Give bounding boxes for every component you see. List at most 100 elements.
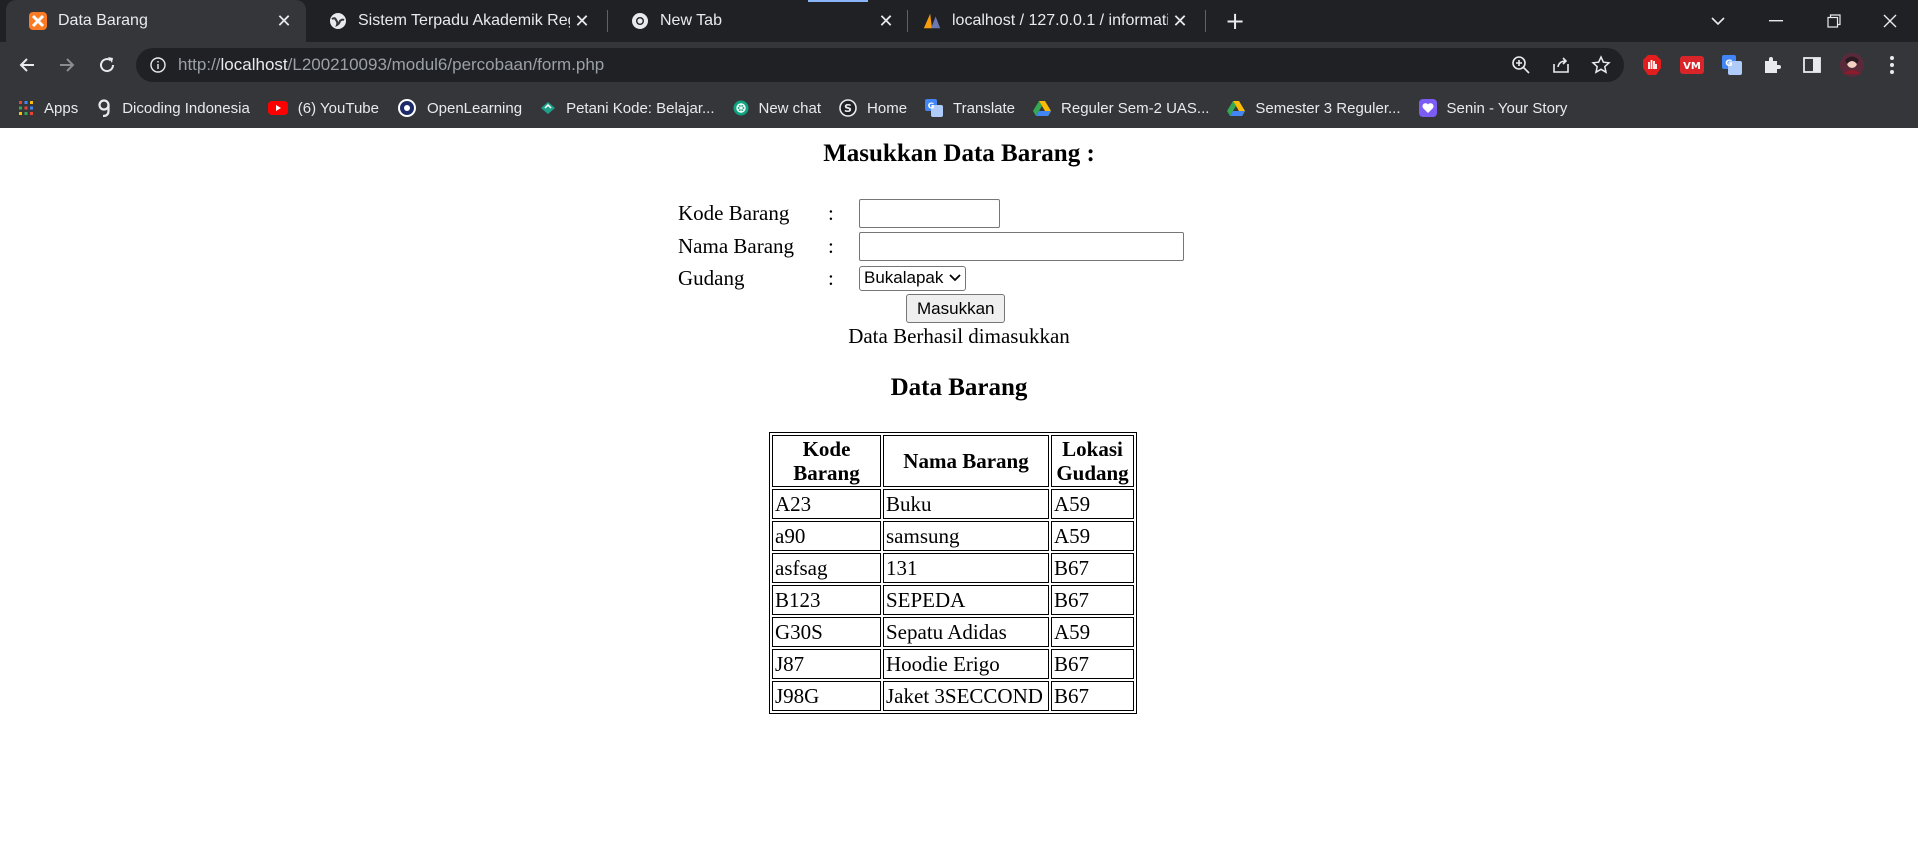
bookmark-reguler-sem2[interactable]: Reguler Sem-2 UAS... [1033, 100, 1209, 117]
data-barang-table: Kode Barang Nama Barang Lokasi Gudang A2… [769, 432, 1137, 714]
table-row: a90 samsung A59 [772, 521, 1134, 551]
adblock-extension-icon[interactable] [1638, 51, 1666, 79]
xampp-icon [28, 11, 48, 31]
cell-kode: J87 [772, 649, 881, 679]
cell-kode: J98G [772, 681, 881, 711]
table-row: J87 Hoodie Erigo B67 [772, 649, 1134, 679]
reload-button[interactable] [90, 48, 124, 82]
bookmark-translate[interactable]: G Translate [925, 99, 1015, 117]
dicoding-icon [96, 99, 112, 117]
close-icon[interactable]: ✕ [1168, 9, 1192, 33]
forward-button[interactable] [50, 48, 84, 82]
restore-button[interactable] [1806, 0, 1862, 42]
masukkan-button[interactable]: Masukkan [906, 294, 1006, 323]
svg-text:G: G [928, 102, 935, 111]
apps-grid-icon [18, 100, 34, 116]
cell-nama: SEPEDA [883, 585, 1049, 615]
status-message: Data Berhasil dimasukkan [848, 324, 1070, 348]
browser-toolbar: http://localhost/L200210093/modul6/perco… [0, 42, 1918, 88]
bookmark-apps[interactable]: Apps [18, 100, 78, 117]
chrome-icon [630, 11, 650, 31]
bookmark-label: Petani Kode: Belajar... [566, 99, 715, 117]
table-row: asfsag 131 B67 [772, 553, 1134, 583]
bookmark-star-icon[interactable] [1586, 50, 1616, 80]
close-icon [1883, 14, 1897, 28]
bookmark-label: Dicoding Indonesia [122, 99, 250, 117]
bookmark-openlearning[interactable]: OpenLearning [397, 99, 522, 117]
vm-extension-icon[interactable]: VM [1678, 51, 1706, 79]
cell-lokasi: B67 [1051, 553, 1134, 583]
tab-title: localhost / 127.0.0.1 / informatika [952, 12, 1168, 29]
chevron-down-icon [1711, 17, 1725, 26]
tab-strip: Data Barang ✕ Sistem Terpadu Akademik Re… [0, 0, 1918, 42]
tab-new-tab[interactable]: New Tab ✕ [608, 0, 908, 42]
phpmyadmin-icon [922, 11, 942, 31]
globe-icon [328, 11, 348, 31]
info-icon[interactable] [148, 55, 168, 75]
cell-lokasi: A59 [1051, 489, 1134, 519]
extensions-puzzle-icon[interactable] [1758, 51, 1786, 79]
cell-lokasi: A59 [1051, 617, 1134, 647]
tab-phpmyadmin[interactable]: localhost / 127.0.0.1 / informatika ✕ [900, 0, 1202, 42]
minimize-button[interactable] [1748, 0, 1804, 42]
share-icon[interactable] [1546, 50, 1576, 80]
column-header-lokasi: Lokasi Gudang [1051, 435, 1134, 487]
youtube-icon [267, 100, 288, 116]
bookmarks-bar: Apps Dicoding Indonesia (6) YouTube Open… [0, 88, 1918, 128]
back-button[interactable] [10, 48, 44, 82]
cell-nama: Hoodie Erigo [883, 649, 1049, 679]
close-icon[interactable]: ✕ [570, 9, 594, 33]
cell-nama: Buku [883, 489, 1049, 519]
translate-extension-icon[interactable]: G [1718, 51, 1746, 79]
bookmark-label: Reguler Sem-2 UAS... [1061, 99, 1210, 117]
table-row: J98G Jaket 3SECCOND B67 [772, 681, 1134, 711]
cell-kode: G30S [772, 617, 881, 647]
bookmark-youtube[interactable]: (6) YouTube [267, 100, 379, 117]
minimize-icon [1769, 20, 1783, 22]
chatgpt-icon [733, 100, 749, 116]
cell-lokasi: B67 [1051, 585, 1134, 615]
bookmark-home[interactable]: S Home [839, 99, 907, 117]
bookmark-label: Semester 3 Reguler... [1255, 99, 1401, 117]
close-icon[interactable]: ✕ [272, 9, 296, 33]
close-window-button[interactable] [1862, 0, 1918, 42]
table-row: G30S Sepatu Adidas A59 [772, 617, 1134, 647]
bookmark-senin[interactable]: Senin - Your Story [1418, 99, 1567, 117]
address-bar[interactable]: http://localhost/L200210093/modul6/perco… [136, 48, 1624, 82]
svg-text:VM: VM [1683, 61, 1701, 72]
cell-nama: Sepatu Adidas [883, 617, 1049, 647]
profile-avatar[interactable] [1838, 51, 1866, 79]
gudang-select[interactable]: Bukalapak [859, 265, 967, 291]
page-content: Masukkan Data Barang : Kode Barang : Nam… [0, 128, 1918, 842]
openlearning-icon [397, 99, 417, 117]
zoom-icon[interactable] [1506, 50, 1536, 80]
cell-lokasi: B67 [1051, 681, 1134, 711]
tab-search-button[interactable] [1690, 0, 1746, 42]
kode-barang-input[interactable] [859, 198, 1000, 228]
tab-sistem-terpadu[interactable]: Sistem Terpadu Akademik Reguler ✕ [306, 0, 604, 42]
form-title: Masukkan Data Barang : [823, 140, 1095, 167]
url-host: localhost [220, 55, 288, 74]
table-header-row: Kode Barang Nama Barang Lokasi Gudang [772, 435, 1134, 487]
cell-kode: a90 [772, 521, 881, 551]
arrow-right-icon [60, 58, 75, 72]
cell-lokasi: B67 [1051, 649, 1134, 679]
kode-barang-label: Kode Barang [678, 200, 790, 225]
menu-kebab-icon[interactable] [1878, 51, 1906, 79]
svg-text:G: G [1725, 59, 1732, 69]
close-icon[interactable]: ✕ [874, 9, 898, 33]
side-panel-icon[interactable] [1798, 51, 1826, 79]
colon: : [828, 265, 834, 290]
gudang-selected-value: Bukalapak [864, 268, 944, 287]
nama-barang-input[interactable] [859, 231, 1184, 261]
colon: : [828, 233, 834, 258]
tab-data-barang[interactable]: Data Barang ✕ [6, 0, 306, 42]
bookmark-new-chat[interactable]: New chat [733, 100, 821, 117]
bookmark-petanikode[interactable]: Petani Kode: Belajar... [540, 99, 715, 117]
new-tab-button[interactable]: + [1220, 6, 1250, 36]
bookmark-dicoding[interactable]: Dicoding Indonesia [96, 99, 250, 117]
row-gudang: Gudang : Bukalapak [678, 263, 967, 293]
gudang-label: Gudang [678, 265, 745, 290]
bookmark-semester3[interactable]: Semester 3 Reguler... [1227, 99, 1401, 117]
restore-icon [1827, 14, 1841, 28]
